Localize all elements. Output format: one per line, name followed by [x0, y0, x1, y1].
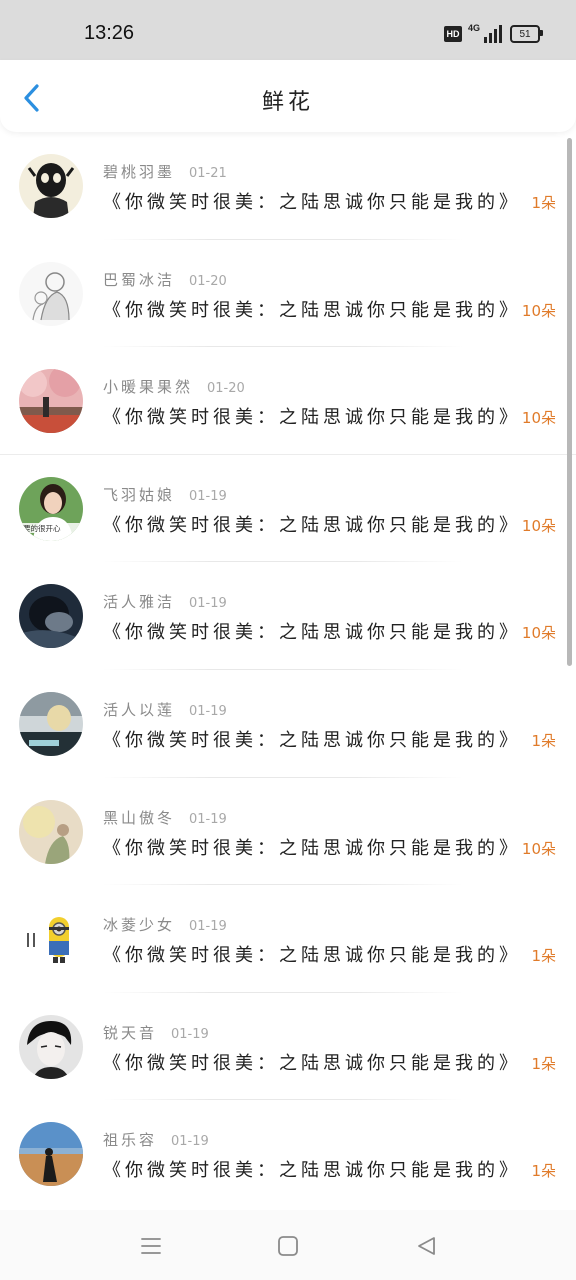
date: 01-20	[207, 381, 245, 397]
date: 01-19	[171, 1026, 209, 1042]
date: 01-19	[189, 811, 227, 827]
message-text: 《你微笑时很美：之陆思诚你只能是我的》	[103, 514, 521, 536]
avatar[interactable]	[19, 369, 83, 434]
hd-icon: HD	[444, 26, 462, 42]
sender-name: 活人以莲 01-19	[103, 700, 227, 719]
avatar[interactable]	[19, 1122, 83, 1187]
menu-icon	[141, 1238, 161, 1254]
flower-count: 10朵	[521, 624, 556, 643]
avatar[interactable]	[19, 154, 83, 218]
avatar[interactable]	[19, 1014, 83, 1079]
signal-icon: 4G	[468, 23, 502, 43]
avatar[interactable]	[19, 691, 83, 756]
status-bar: 13:26 HD 4G 51	[0, 0, 576, 60]
date: 01-19	[171, 1134, 209, 1150]
back-triangle-icon	[418, 1237, 435, 1255]
date: 01-19	[189, 596, 227, 612]
sender-name: 黑山傲冬 01-19	[103, 808, 227, 827]
avatar[interactable]	[19, 261, 83, 326]
list-item[interactable]: 冰菱少女 01-19 《你微笑时很美：之陆思诚你只能是我的》 1朵	[0, 885, 576, 993]
flower-count: 10朵	[521, 409, 556, 428]
flower-count: 1朵	[531, 194, 556, 212]
scrollbar[interactable]	[567, 138, 572, 666]
battery-icon: 51	[510, 25, 543, 43]
flower-count: 1朵	[531, 1054, 556, 1073]
list-item[interactable]: 活人雅洁 01-19 《你微笑时很美：之陆思诚你只能是我的》 10朵	[0, 562, 576, 670]
flower-count: 1朵	[531, 1162, 556, 1181]
date: 01-19	[189, 703, 227, 719]
flower-count: 10朵	[521, 516, 556, 535]
flower-gift-list: 碧桃羽墨 01-21 《你微笑时很美：之陆思诚你只能是我的》 1朵 巴蜀冰洁 01-…	[0, 132, 576, 1210]
date: 01-21	[189, 166, 227, 181]
list-item[interactable]: 黑山傲冬 01-19 《你微笑时很美：之陆思诚你只能是我的》 10朵	[0, 778, 576, 886]
sender-name: 活人雅洁 01-19	[103, 593, 227, 612]
message-text: 《你微笑时很美：之陆思诚你只能是我的》	[103, 622, 521, 644]
date: 01-19	[189, 488, 227, 504]
date: 01-19	[189, 919, 227, 935]
avatar[interactable]	[19, 584, 83, 649]
home-square-icon	[278, 1236, 298, 1256]
message-text: 《你微笑时很美：之陆思诚你只能是我的》	[103, 729, 521, 751]
flower-count: 10朵	[521, 301, 556, 320]
system-nav-bar	[0, 1210, 576, 1280]
avatar[interactable]	[19, 907, 83, 972]
flower-count: 10朵	[521, 839, 556, 858]
avatar[interactable]	[19, 799, 83, 864]
list-item[interactable]: 锐天音 01-19 《你微笑时很美：之陆思诚你只能是我的》 1朵	[0, 993, 576, 1101]
list-item[interactable]: 活人以莲 01-19 《你微笑时很美：之陆思诚你只能是我的》 1朵	[0, 670, 576, 778]
sender-name: 巴蜀冰洁 01-20	[103, 270, 227, 289]
flower-count: 1朵	[531, 731, 556, 750]
network-type: 4G	[468, 23, 481, 33]
home-button[interactable]	[274, 1232, 302, 1260]
message-text: 《你微笑时很美：之陆思诚你只能是我的》	[103, 407, 521, 429]
top-app-bar: 鲜花	[0, 60, 576, 132]
message-text: 《你微笑时很美：之陆思诚你只能是我的》	[103, 1160, 521, 1182]
status-time: 13:26	[84, 22, 135, 44]
avatar-caption: 要的很开心	[23, 523, 61, 533]
message-text: 《你微笑时很美：之陆思诚你只能是我的》	[103, 1052, 521, 1074]
list-item[interactable]: 碧桃羽墨 01-21 《你微笑时很美：之陆思诚你只能是我的》 1朵	[0, 132, 576, 240]
message-text: 《你微笑时很美：之陆思诚你只能是我的》	[103, 837, 521, 859]
list-item[interactable]: 要的很开心 飞羽姑娘 01-19 《你微笑时很美：之陆思诚你只能是我的》 10朵	[0, 455, 576, 563]
message-text: 《你微笑时很美：之陆思诚你只能是我的》	[103, 192, 521, 213]
sender-name: 小暖果果然 01-20	[103, 378, 245, 397]
menu-button[interactable]	[137, 1232, 165, 1260]
sender-name: 祖乐容 01-19	[103, 1131, 209, 1150]
sender-name: 锐天音 01-19	[103, 1023, 209, 1042]
status-icons: HD 4G 51	[444, 23, 543, 43]
sender-name: 冰菱少女 01-19	[103, 916, 227, 935]
message-text: 《你微笑时很美：之陆思诚你只能是我的》	[103, 945, 521, 967]
sender-name: 飞羽姑娘 01-19	[103, 485, 227, 504]
message-text: 《你微笑时很美：之陆思诚你只能是我的》	[103, 299, 521, 321]
list-item[interactable]: 祖乐容 01-19 《你微笑时很美：之陆思诚你只能是我的》 1朵	[0, 1100, 576, 1208]
system-back-button[interactable]	[412, 1232, 440, 1260]
sender-name: 碧桃羽墨 01-21	[103, 163, 227, 181]
flower-count: 1朵	[531, 947, 556, 966]
page-title: 鲜花	[261, 90, 314, 115]
date: 01-20	[189, 273, 227, 289]
list-item[interactable]: 小暖果果然 01-20 《你微笑时很美：之陆思诚你只能是我的》 10朵	[0, 347, 576, 455]
list-item[interactable]: 巴蜀冰洁 01-20 《你微笑时很美：之陆思诚你只能是我的》 10朵	[0, 240, 576, 348]
avatar[interactable]: 要的很开心	[19, 476, 83, 541]
